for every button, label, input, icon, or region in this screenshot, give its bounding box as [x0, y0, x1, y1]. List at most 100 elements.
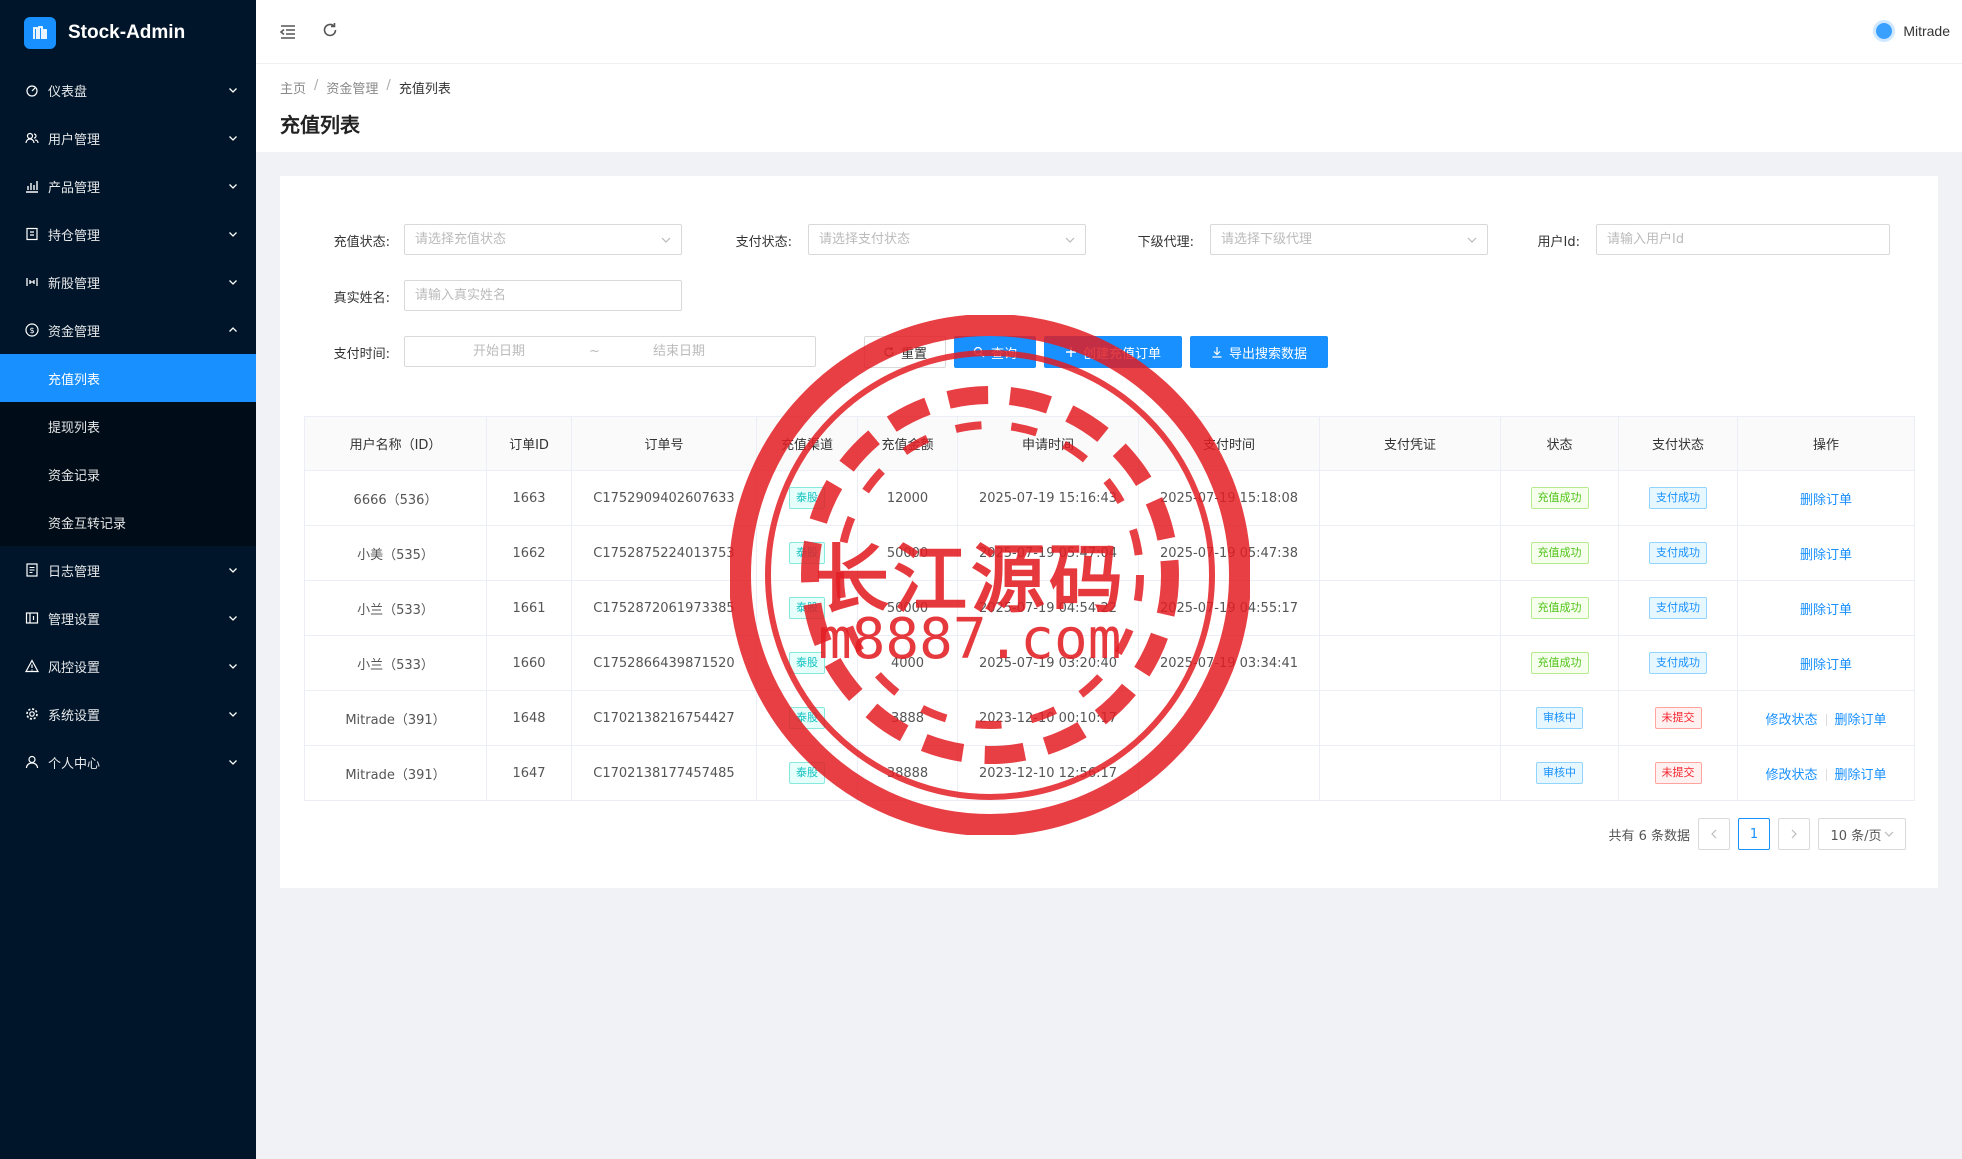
cell-order-id: 1661 [486, 580, 572, 636]
sidebar-item[interactable]: 持仓管理 [0, 210, 256, 258]
channel-tag: 泰股 [789, 762, 825, 784]
warning-icon [24, 658, 40, 674]
user-id-input[interactable]: 请输入用户Id [1596, 224, 1890, 255]
column-header: 充值渠道 [756, 416, 858, 471]
cell-order-no: C1702138177457485 [571, 745, 757, 801]
page-size-value: 10 条/页 [1830, 828, 1882, 844]
cell-user: Mitrade（391） [304, 745, 487, 801]
cell-status: 审核中 [1500, 690, 1619, 746]
sidebar-item-label: 新股管理 [48, 276, 101, 292]
sidebar-item-label: 日志管理 [48, 564, 101, 580]
column-header: 支付状态 [1618, 416, 1738, 471]
chevron-down-icon [1065, 237, 1075, 243]
status-badge: 充值成功 [1530, 542, 1589, 564]
sidebar-item[interactable]: 日志管理 [0, 546, 256, 594]
sidebar-item[interactable]: 管理设置 [0, 594, 256, 642]
sidebar-item[interactable]: $ 资金管理 [0, 306, 256, 354]
prev-page-button[interactable] [1698, 818, 1730, 850]
column-header: 订单号 [571, 416, 757, 471]
content-card: 充值状态: 请选择充值状态 支付状态: 请选择支付状态 下级代理: 请选择下级代… [280, 176, 1938, 888]
cell-pay-status: 未提交 [1618, 745, 1738, 801]
recharge-status-select[interactable]: 请选择充值状态 [404, 224, 682, 255]
cell-apply-time: 2023-12-10 00:10:17 [957, 690, 1139, 746]
breadcrumb-home[interactable]: 主页 [280, 78, 306, 97]
cell-actions: 修改状态 删除订单 [1737, 745, 1915, 801]
submenu-item[interactable]: 充值列表 [0, 354, 256, 402]
reset-button[interactable]: 重置 [864, 336, 946, 368]
next-page-button[interactable] [1778, 818, 1810, 850]
sidebar-item[interactable]: 个人中心 [0, 738, 256, 786]
end-date-placeholder[interactable]: 结束日期 [653, 337, 705, 366]
pay-status-badge: 未提交 [1654, 707, 1702, 729]
pay-time-range-picker[interactable]: 开始日期 ~ 结束日期 [404, 336, 816, 367]
status-badge: 审核中 [1536, 762, 1583, 784]
real-name-placeholder: 请输入真实姓名 [415, 288, 507, 303]
start-date-placeholder[interactable]: 开始日期 [473, 337, 525, 366]
cell-status: 审核中 [1500, 745, 1619, 801]
delete-order-link[interactable]: 删除订单 [1835, 713, 1887, 728]
pay-status-label: 支付状态: [735, 235, 792, 250]
cell-user: 小兰（533） [304, 580, 487, 636]
modify-status-link[interactable]: 修改状态 [1765, 768, 1817, 783]
export-button[interactable]: 导出搜索数据 [1190, 336, 1328, 368]
delete-order-link[interactable]: 删除订单 [1800, 548, 1852, 563]
cell-amount: 4000 [857, 635, 958, 691]
gear-icon [24, 706, 40, 722]
sidebar-item[interactable]: 仪表盘 [0, 66, 256, 114]
sidebar-item[interactable]: 系统设置 [0, 690, 256, 738]
chevron-down-icon [229, 568, 237, 573]
delete-order-link[interactable]: 删除订单 [1835, 768, 1887, 783]
delete-order-link[interactable]: 删除订单 [1800, 658, 1852, 673]
search-button[interactable]: 查询 [954, 336, 1036, 368]
download-icon [1212, 347, 1222, 358]
pay-status-select[interactable]: 请选择支付状态 [808, 224, 1086, 255]
cell-actions: 删除订单 [1737, 470, 1915, 526]
menu-fold-icon[interactable] [278, 22, 298, 42]
column-header: 状态 [1500, 416, 1619, 471]
real-name-input[interactable]: 请输入真实姓名 [404, 280, 682, 311]
create-order-button[interactable]: 创建充值订单 [1044, 336, 1182, 368]
app-logo[interactable]: Stock-Admin [0, 0, 256, 66]
svg-text:$: $ [29, 326, 34, 335]
submenu-item[interactable]: 提现列表 [0, 402, 256, 450]
user-icon [24, 754, 40, 770]
sidebar-item[interactable]: 新股管理 [0, 258, 256, 306]
agent-select[interactable]: 请选择下级代理 [1210, 224, 1488, 255]
chart-icon [24, 178, 40, 194]
breadcrumb-parent[interactable]: 资金管理 [326, 78, 378, 97]
cell-order-no: C1702138216754427 [571, 690, 757, 746]
page-size-select[interactable]: 10 条/页 [1818, 818, 1906, 850]
cell-amount: 38888 [857, 745, 958, 801]
chevron-down-icon [1467, 237, 1477, 243]
cell-voucher [1319, 635, 1501, 691]
submenu-item[interactable]: 资金互转记录 [0, 498, 256, 546]
delete-order-link[interactable]: 删除订单 [1800, 493, 1852, 508]
pay-status-badge: 未提交 [1654, 762, 1702, 784]
user-menu[interactable]: Mitrade [1873, 20, 1950, 42]
app-title: Stock-Admin [68, 22, 186, 43]
channel-tag: 泰股 [789, 597, 825, 619]
username: Mitrade [1903, 23, 1950, 39]
sidebar-item-label: 用户管理 [48, 132, 101, 148]
chevron-down-icon [229, 88, 237, 93]
cell-channel: 泰股 [756, 470, 858, 526]
sidebar-item-label: 系统设置 [48, 708, 101, 724]
refresh-icon[interactable] [320, 20, 340, 40]
channel-tag: 泰股 [789, 542, 825, 564]
cell-status: 充值成功 [1500, 525, 1619, 581]
sidebar-item[interactable]: 风控设置 [0, 642, 256, 690]
page-button-current[interactable]: 1 [1738, 818, 1770, 850]
chevron-down-icon [229, 616, 237, 621]
delete-order-link[interactable]: 删除订单 [1800, 603, 1852, 618]
cell-apply-time: 2025-07-19 05:47:04 [957, 525, 1139, 581]
sidebar-item[interactable]: 用户管理 [0, 114, 256, 162]
sidebar-item[interactable]: 产品管理 [0, 162, 256, 210]
table-row: Mitrade（391） 1647 C1702138177457485 泰股 38888… [304, 745, 1915, 801]
cell-pay-time [1138, 690, 1320, 746]
pay-status-badge: 支付成功 [1649, 597, 1707, 619]
cell-voucher [1319, 525, 1501, 581]
real-name-label: 真实姓名: [333, 291, 390, 306]
column-header: 支付凭证 [1319, 416, 1501, 471]
submenu-item[interactable]: 资金记录 [0, 450, 256, 498]
modify-status-link[interactable]: 修改状态 [1765, 713, 1817, 728]
